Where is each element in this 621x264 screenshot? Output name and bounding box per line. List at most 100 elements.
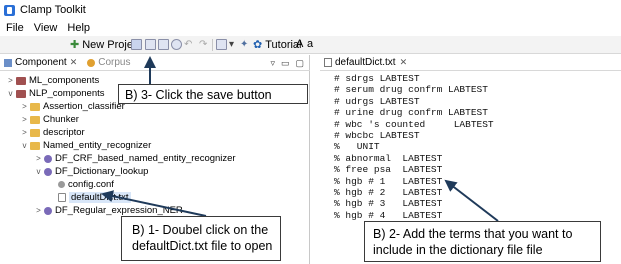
panel-view-buttons: ▿ ▭ ▢ [270,58,304,69]
editor-tab-label: defaultDict.txt [335,57,396,68]
title-bar: Clamp Toolkit [0,0,621,20]
menu-bar: File View Help [0,20,621,36]
tutorial-icon: ✿ [253,39,263,51]
tree-item-descriptor[interactable]: > descriptor [20,126,85,139]
tree-item-defaultdict-txt[interactable]: defaultDict.txt [48,191,131,204]
expand-icon[interactable]: > [6,76,15,85]
tree-item-label: config.conf [68,179,114,190]
editor-line: # urine drug confrm LABTEST [334,107,488,119]
tree-item-df-crf-ner[interactable]: > DF_CRF_based_named_entity_recognizer [34,152,236,165]
panel-tab-bar: Component ✕ Corpus ▿ ▭ ▢ [0,55,310,71]
tab-corpus[interactable]: Corpus [87,57,131,68]
callout-add-terms: B) 2- Add the terms that you want to inc… [364,221,601,262]
component-icon [44,167,52,176]
editor-line: % hgb # 2 LABTEST [334,186,443,198]
font-increase-button[interactable]: A [296,38,303,50]
callout-add-line1: B) 2- Add the terms that you want to [373,227,573,241]
tree-item-ml-components[interactable]: > ML_components [6,74,99,87]
config-file-icon [58,181,65,188]
expand-icon[interactable]: > [20,102,29,111]
menu-help[interactable]: Help [67,22,90,34]
tree-item-label: DF_Dictionary_lookup [55,166,149,177]
tree-item-df-dictionary-lookup[interactable]: v DF_Dictionary_lookup [34,165,149,178]
tree-item-label: defaultDict.txt [69,192,131,203]
run-icon[interactable] [171,39,182,50]
expand-icon[interactable]: > [20,128,29,137]
redo-icon[interactable]: ↷ [199,39,207,50]
tree-item-label: descriptor [43,127,85,138]
editor-line: # sdrgs LABTEST [334,73,420,84]
tree-item-label: Chunker [43,114,79,125]
editor-line: % UNIT [334,141,380,153]
tab-defaultdict[interactable]: defaultDict.txt ✕ [320,55,621,71]
print-icon[interactable] [158,39,169,50]
editor-line: % hgb # 3 LABTEST [334,198,443,210]
toolbar-divider [212,39,213,51]
folder-icon [30,128,40,137]
folder-icon [30,102,40,111]
undo-icon[interactable]: ↶ [184,39,192,50]
expand-icon[interactable]: > [34,154,43,163]
callout-open-line1: B) 1- Doubel click on the [132,223,269,237]
tab-corpus-label: Corpus [98,57,131,68]
folder-icon [30,141,40,150]
expand-icon[interactable]: > [20,115,29,124]
layout-icon[interactable] [216,39,227,50]
tree-item-chunker[interactable]: > Chunker [20,113,79,126]
folder-icon [30,115,40,124]
editor-line: % hgb # 1 LABTEST [334,175,443,187]
editor-line: % abnormal LABTEST [334,152,443,164]
dropdown-arrow-icon[interactable]: ▾ [229,39,234,50]
tree-item-label: Assertion_classifier [43,101,125,112]
tree-item-label: Named_entity_recognizer [43,140,152,151]
new-project-icon: ✚ [70,39,80,51]
editor-line: % hgb # 4 LABTEST [334,209,443,221]
window-title: Clamp Toolkit [20,4,86,16]
tutorial-button[interactable]: ✿ Tutorial [253,38,302,52]
tree-item-label: ML_components [29,75,100,86]
collapse-icon[interactable]: v [6,89,15,98]
project-icon [16,89,26,98]
app-icon [4,4,15,16]
tree-item-named-entity-recognizer[interactable]: v Named_entity_recognizer [20,139,152,152]
font-decrease-button[interactable]: a [307,38,313,50]
editor-line: # udrgs LABTEST [334,95,420,107]
tab-component-label: Component [15,57,67,68]
menu-view[interactable]: View [34,22,58,34]
component-tab-icon [4,58,12,67]
tree-item-assertion-classifier[interactable]: > Assertion_classifier [20,100,125,113]
component-icon [44,154,52,163]
maximize-icon[interactable]: ▢ [295,58,304,69]
editor-line: # serum drug confrm LABTEST [334,84,488,96]
corpus-tab-icon [87,58,96,67]
editor-line: # wbcbc LABTEST [334,129,420,141]
tree-item-label: NLP_components [29,88,105,99]
tree-item-nlp-components[interactable]: v NLP_components [6,87,105,100]
close-icon[interactable]: ✕ [400,57,408,68]
tree-item-config-conf[interactable]: config.conf [48,178,114,191]
callout-save-text: B) 3- Click the save button [125,88,272,102]
tab-component[interactable]: Component ✕ [4,57,77,68]
menu-file[interactable]: File [6,22,24,34]
minimize-icon[interactable]: ▭ [281,58,290,69]
save-all-icon[interactable] [145,39,156,50]
editor-line: # wbc 's counted LABTEST [334,118,494,130]
tree-item-label: DF_Regular_expression_NER [55,205,183,216]
tree-item-label: DF_CRF_based_named_entity_recognizer [55,153,236,164]
text-file-icon [324,58,332,67]
save-icon[interactable] [131,39,142,50]
callout-add-line2: include in the dictionary file file [373,243,543,257]
component-icon [44,206,52,215]
settings-icon[interactable]: ✦ [240,39,248,50]
collapse-icon[interactable]: v [20,141,29,150]
text-file-icon [58,193,66,202]
text-editor[interactable]: # sdrgs LABTEST # serum drug confrm LABT… [334,73,494,221]
toolbar: ✚ New Project ↶ ↷ ▾ ✦ ✿ Tutorial A a [0,36,621,54]
callout-save: B) 3- Click the save button [118,84,308,104]
project-icon [16,76,26,85]
editor-line: % free psa LABTEST [334,164,443,176]
close-icon[interactable]: ✕ [70,57,78,68]
view-menu-icon[interactable]: ▿ [270,58,275,69]
expand-icon[interactable]: > [34,206,43,215]
collapse-icon[interactable]: v [34,167,43,176]
